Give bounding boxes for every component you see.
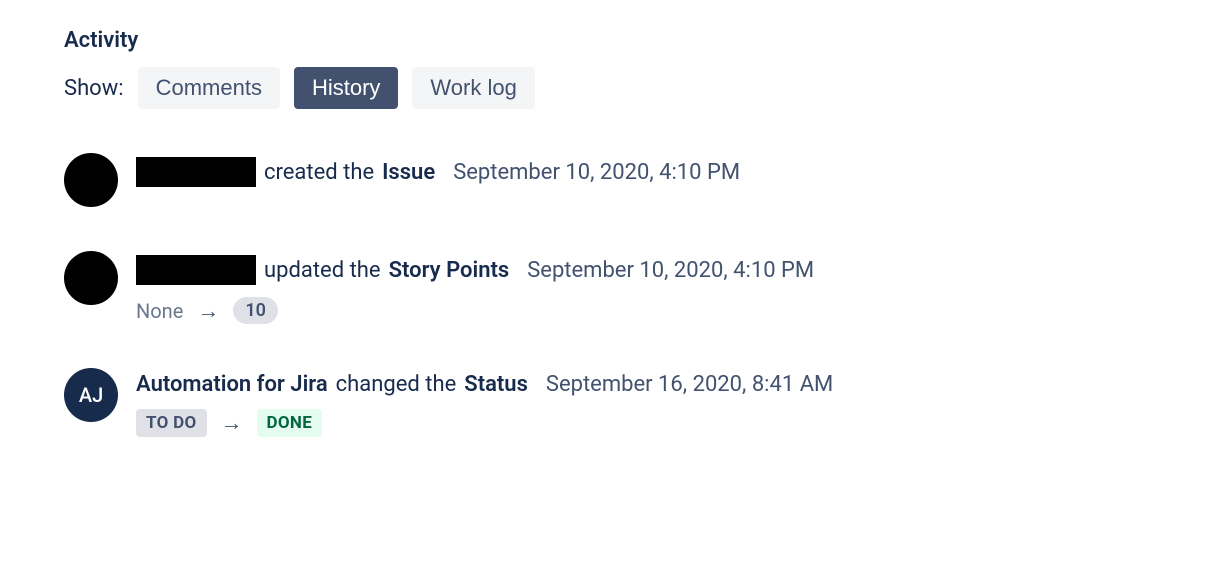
history-entry: AJ Automation for Jira changed the Statu… [64,368,1148,437]
actor-redacted [136,157,256,187]
change-row: None → 10 [136,297,1148,324]
change-from: None [136,299,183,323]
tab-comments[interactable]: Comments [138,67,280,109]
entry-object: Story Points [389,258,510,283]
entry-content: updated the Story Points September 10, 2… [136,251,1148,324]
change-to: DONE [257,409,323,437]
entry-verb: changed the [336,372,457,397]
entry-content: Automation for Jira changed the Status S… [136,368,1148,437]
entry-timestamp: September 10, 2020, 4:10 PM [527,258,814,283]
show-label: Show: [64,76,124,101]
arrow-icon: → [221,410,243,436]
history-entry: updated the Story Points September 10, 2… [64,251,1148,324]
avatar: AJ [64,368,118,422]
tab-history[interactable]: History [294,67,398,109]
change-from: TO DO [136,409,207,437]
entry-line: created the Issue September 10, 2020, 4:… [136,157,1148,187]
actor-redacted [136,255,256,285]
change-row: TO DO → DONE [136,409,1148,437]
entry-line: Automation for Jira changed the Status S… [136,372,1148,397]
entry-content: created the Issue September 10, 2020, 4:… [136,153,1148,187]
tab-worklog[interactable]: Work log [412,67,534,109]
entry-timestamp: September 10, 2020, 4:10 PM [453,160,740,185]
actor-name[interactable]: Automation for Jira [136,372,328,397]
avatar [64,251,118,305]
entry-object: Status [464,372,528,397]
activity-section-title: Activity [64,28,1148,53]
arrow-icon: → [197,298,219,324]
change-to: 10 [233,297,278,324]
show-row: Show: Comments History Work log [64,67,1148,109]
entry-line: updated the Story Points September 10, 2… [136,255,1148,285]
entry-object: Issue [382,160,435,185]
history-entry: created the Issue September 10, 2020, 4:… [64,153,1148,207]
entry-verb: created the [264,160,374,185]
entry-verb: updated the [264,258,381,283]
entry-timestamp: September 16, 2020, 8:41 AM [546,372,833,397]
avatar [64,153,118,207]
activity-tabs: Comments History Work log [138,67,535,109]
